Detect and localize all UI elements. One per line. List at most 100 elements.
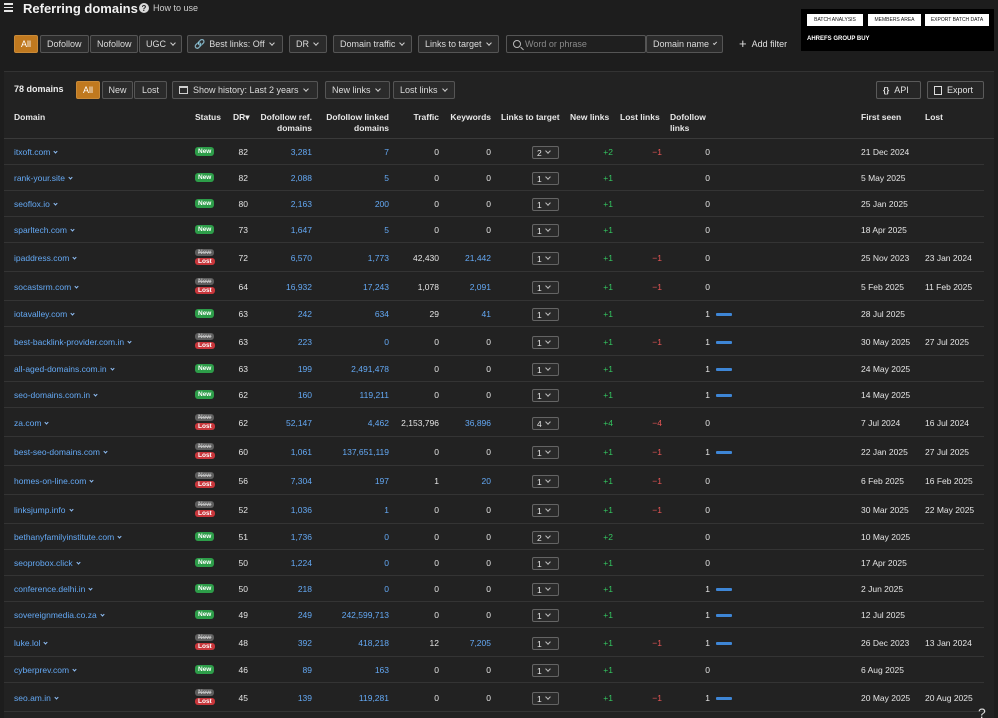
dofollow-linked-domains[interactable]: 2,491,478 <box>315 364 389 374</box>
search-input[interactable] <box>525 39 640 49</box>
dofollow-linked-domains[interactable]: 242,599,713 <box>315 610 389 620</box>
chevron-down-icon[interactable] <box>53 149 58 154</box>
chevron-down-icon[interactable] <box>72 255 77 260</box>
new-links-value[interactable]: +2 <box>579 147 613 157</box>
domain-link[interactable]: linksjump.info <box>14 505 74 515</box>
links-to-target-select[interactable]: 1 <box>532 446 559 459</box>
col-dofollow-links[interactable]: Dofollow links <box>670 112 706 134</box>
dofollow-linked-domains[interactable]: 0 <box>315 584 389 594</box>
col-new-links[interactable]: New links <box>570 112 609 123</box>
dofollow-ref-domains[interactable]: 139 <box>244 693 312 703</box>
chevron-down-icon[interactable] <box>109 366 115 371</box>
keywords-value[interactable]: 36,896 <box>444 418 491 428</box>
domain-traffic-dropdown[interactable]: Domain traffic <box>333 35 412 53</box>
chevron-down-icon[interactable] <box>54 695 59 700</box>
dofollow-ref-domains[interactable]: 2,163 <box>244 199 312 209</box>
best-links-dropdown[interactable]: 🔗 Best links: Off <box>187 35 283 53</box>
new-links-value[interactable]: +1 <box>579 665 613 675</box>
dofollow-ref-domains[interactable]: 7,304 <box>244 476 312 486</box>
new-links-value[interactable]: +1 <box>579 199 613 209</box>
lost-links-value[interactable]: −1 <box>628 282 662 292</box>
links-to-target-dropdown[interactable]: Links to target <box>418 35 499 53</box>
chevron-down-icon[interactable] <box>70 311 75 316</box>
dofollow-ref-domains[interactable]: 1,061 <box>244 447 312 457</box>
tab-all[interactable]: All <box>76 81 100 99</box>
links-to-target-select[interactable]: 2 <box>532 146 559 159</box>
dofollow-linked-domains[interactable]: 119,281 <box>315 693 389 703</box>
col-lost-links[interactable]: Lost links <box>620 112 660 123</box>
domain-link[interactable]: za.com <box>14 418 50 428</box>
new-links-value[interactable]: +2 <box>579 532 613 542</box>
dofollow-linked-domains[interactable]: 163 <box>315 665 389 675</box>
domain-link[interactable]: seo.am.in <box>14 693 59 703</box>
links-to-target-select[interactable]: 4 <box>532 417 559 430</box>
dofollow-ref-domains[interactable]: 1,647 <box>244 225 312 235</box>
lost-links-value[interactable]: −1 <box>628 693 662 703</box>
lost-links-value[interactable]: −1 <box>628 476 662 486</box>
domain-link[interactable]: seo-domains.com.in <box>14 390 98 400</box>
dofollow-ref-domains[interactable]: 1,036 <box>244 505 312 515</box>
col-first-seen[interactable]: First seen <box>861 112 901 123</box>
domain-link[interactable]: all-aged-domains.com.in <box>14 364 115 374</box>
export-batch-data-button[interactable]: EXPORT BATCH DATA <box>925 14 989 26</box>
dofollow-linked-domains[interactable]: 418,218 <box>315 638 389 648</box>
menu-icon[interactable] <box>4 3 13 12</box>
chevron-down-icon[interactable] <box>70 227 75 232</box>
domain-link[interactable]: sovereignmedia.co.za <box>14 610 105 620</box>
chevron-down-icon[interactable] <box>44 420 50 425</box>
help-button[interactable]: ? <box>978 705 986 718</box>
lost-links-value[interactable]: −1 <box>628 337 662 347</box>
chevron-down-icon[interactable] <box>72 667 77 672</box>
dofollow-ref-domains[interactable]: 6,570 <box>244 253 312 263</box>
links-to-target-select[interactable]: 1 <box>532 308 559 321</box>
chevron-down-icon[interactable] <box>100 612 105 617</box>
links-to-target-select[interactable]: 1 <box>532 692 559 705</box>
domain-link[interactable]: best-seo-domains.com <box>14 447 108 457</box>
dofollow-linked-domains[interactable]: 0 <box>315 532 389 542</box>
add-filter-button[interactable]: + Add filter <box>739 35 787 53</box>
dofollow-linked-domains[interactable]: 0 <box>315 337 389 347</box>
keywords-value[interactable]: 41 <box>444 309 491 319</box>
chevron-down-icon[interactable] <box>89 478 94 483</box>
links-to-target-select[interactable]: 1 <box>532 637 559 650</box>
new-links-value[interactable]: +1 <box>579 558 613 568</box>
lost-links-value[interactable]: −1 <box>628 447 662 457</box>
batch-analysis-button[interactable]: BATCH ANALYSIS <box>807 14 863 26</box>
dofollow-linked-domains[interactable]: 634 <box>315 309 389 319</box>
links-to-target-select[interactable]: 1 <box>532 583 559 596</box>
domain-link[interactable]: seoprobox.click <box>14 558 81 568</box>
domain-link[interactable]: bethanyfamilyinstitute.com <box>14 532 122 542</box>
chevron-down-icon[interactable] <box>117 534 122 539</box>
domain-link[interactable]: cyberprev.com <box>14 665 77 675</box>
domain-link[interactable]: iotavalley.com <box>14 309 75 319</box>
dofollow-ref-domains[interactable]: 89 <box>244 665 312 675</box>
domain-link[interactable]: homes-on-line.com <box>14 476 94 486</box>
dofollow-ref-domains[interactable]: 223 <box>244 337 312 347</box>
chevron-down-icon[interactable] <box>103 449 108 454</box>
lost-links-value[interactable]: −4 <box>628 418 662 428</box>
chevron-down-icon[interactable] <box>88 586 93 591</box>
dofollow-ref-domains[interactable]: 199 <box>244 364 312 374</box>
filter-all[interactable]: All <box>14 35 38 53</box>
col-lost[interactable]: Lost <box>925 112 943 123</box>
new-links-value[interactable]: +1 <box>579 505 613 515</box>
keywords-value[interactable]: 20 <box>444 476 491 486</box>
chevron-down-icon[interactable] <box>127 339 132 344</box>
new-links-value[interactable]: +1 <box>579 282 613 292</box>
chevron-down-icon[interactable] <box>74 284 79 289</box>
chevron-down-icon[interactable] <box>68 507 74 512</box>
links-to-target-select[interactable]: 1 <box>532 475 559 488</box>
links-to-target-select[interactable]: 1 <box>532 664 559 677</box>
new-links-dropdown[interactable]: New links <box>325 81 390 99</box>
new-links-value[interactable]: +4 <box>579 418 613 428</box>
new-links-value[interactable]: +1 <box>579 337 613 347</box>
dofollow-ref-domains[interactable]: 392 <box>244 638 312 648</box>
col-links-to-target[interactable]: Links to target <box>501 112 560 123</box>
tab-new[interactable]: New <box>102 81 133 99</box>
domain-link[interactable]: luke.lol <box>14 638 49 648</box>
links-to-target-select[interactable]: 1 <box>532 336 559 349</box>
lost-links-value[interactable]: −1 <box>628 638 662 648</box>
search-scope-dropdown[interactable]: Domain name <box>646 35 723 53</box>
new-links-value[interactable]: +1 <box>579 390 613 400</box>
chevron-down-icon[interactable] <box>75 560 81 565</box>
